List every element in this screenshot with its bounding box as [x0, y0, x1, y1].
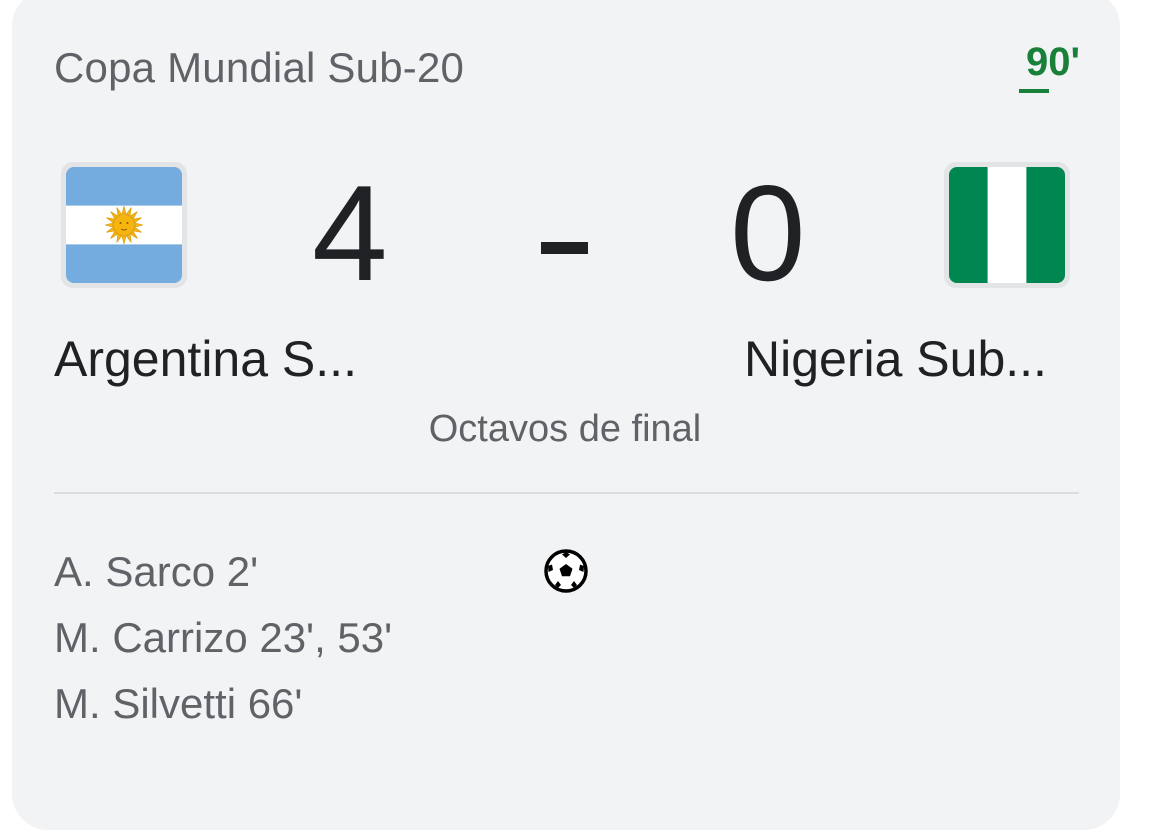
live-indicator — [1019, 89, 1049, 93]
match-minute: 90' — [1025, 40, 1080, 84]
nigeria-flag-icon[interactable] — [944, 162, 1070, 288]
match-stage: Octavos de final — [428, 408, 702, 450]
home-score: 4 — [312, 157, 388, 309]
score-separator — [541, 242, 588, 254]
soccer-ball-icon — [543, 548, 589, 599]
argentina-flag-icon[interactable] — [61, 162, 187, 288]
scorer-item: A. Sarco 2' — [54, 548, 259, 595]
away-team-name[interactable]: Nigeria Sub... — [744, 330, 1047, 388]
scorer-item: M. Carrizo 23', 53' — [54, 614, 393, 661]
competition-title[interactable]: Copa Mundial Sub-20 — [54, 44, 464, 92]
scorer-item: M. Silvetti 66' — [54, 680, 303, 727]
divider — [54, 492, 1079, 494]
home-team-name[interactable]: Argentina S... — [54, 330, 357, 388]
away-score: 0 — [730, 157, 806, 309]
home-scorers-list: A. Sarco 2' M. Carrizo 23', 53' M. Silve… — [54, 548, 392, 746]
